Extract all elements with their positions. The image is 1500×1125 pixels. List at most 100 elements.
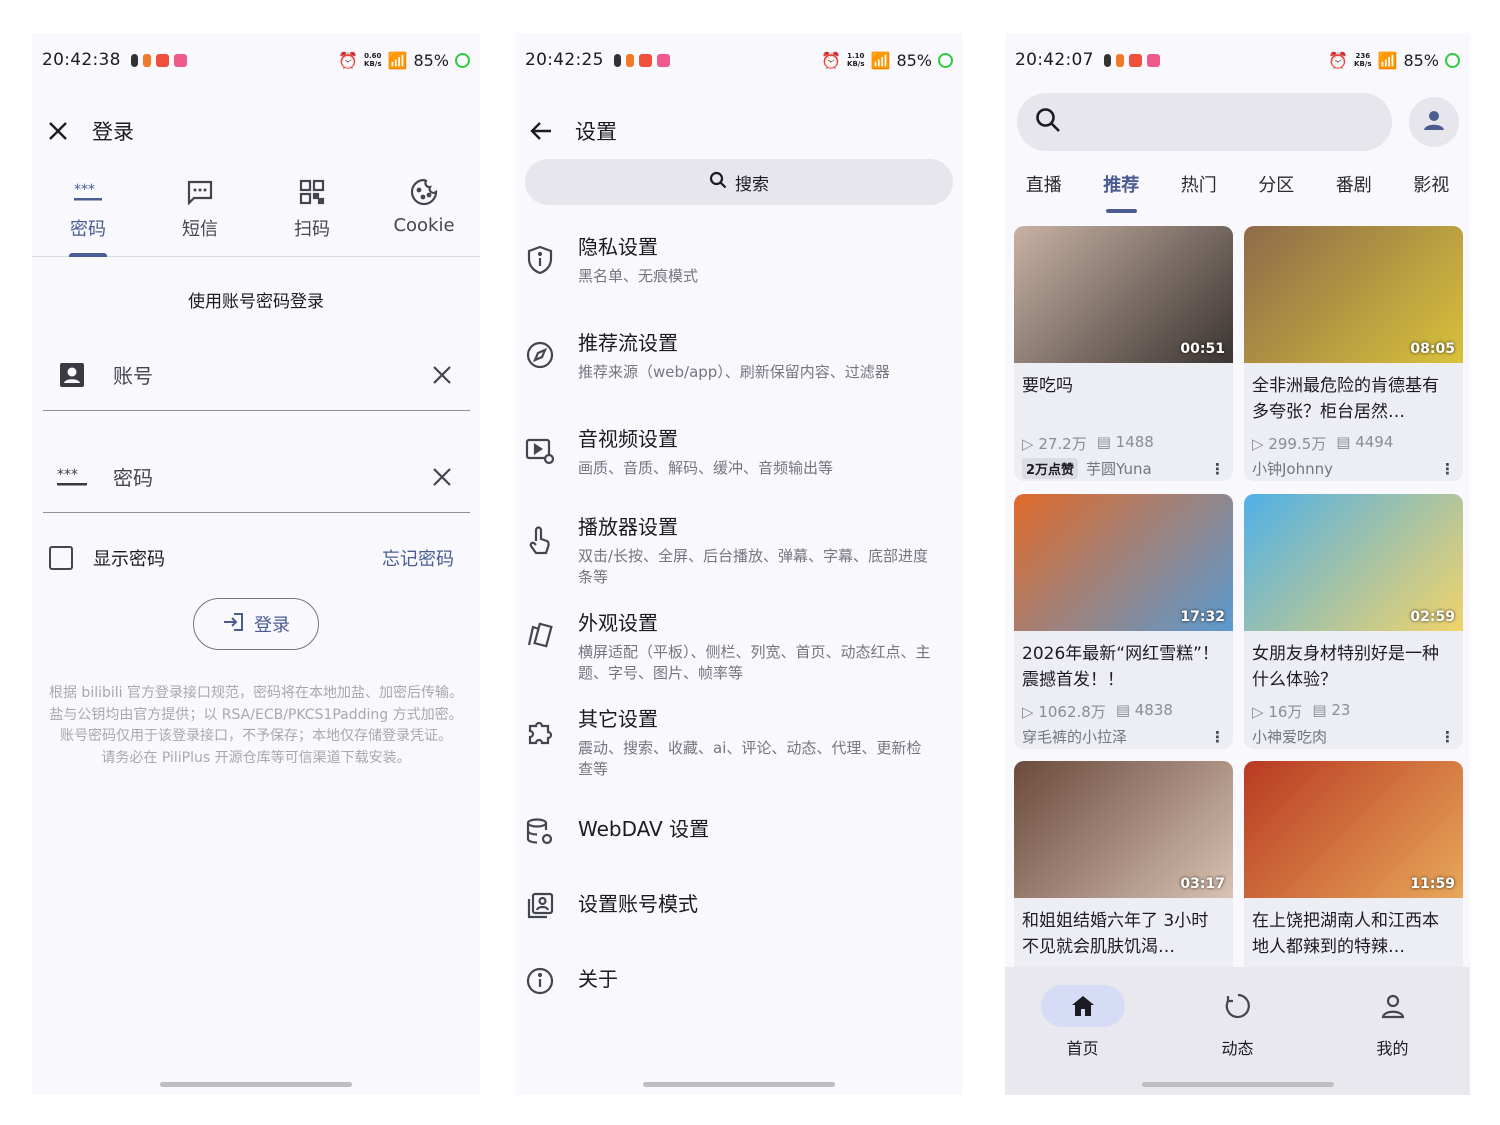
more-vert-icon[interactable]: ⋮	[1210, 728, 1225, 746]
nav-dynamic[interactable]: 动态	[1160, 985, 1315, 1095]
login-screen: 20:42:38 ⏰ 0.60 KB/s 📶 85% 登录 *** 密码 短信 扫…	[32, 33, 480, 1095]
tab-password[interactable]: *** 密码	[32, 175, 144, 257]
video-card[interactable]: 00:51 要吃吗 ▷ 27.2万 ▤ 1488 2万点赞 芋圆Yuna ⋮	[1014, 226, 1233, 481]
tab-cookie[interactable]: Cookie	[368, 175, 480, 256]
bottom-navigation: 首页 动态 我的	[1005, 967, 1470, 1095]
settings-screen: 20:42:25 ⏰ 1.10 KB/s 📶 85% 设置 搜索 隐私设置 黑名单、…	[515, 33, 963, 1095]
settings-item-webdav[interactable]: WebDAV 设置	[515, 809, 963, 847]
nav-home[interactable]: 首页	[1005, 985, 1160, 1095]
note-line: 根据 bilibili 官方登录接口规范，密码将在本地加盐、加密后传输。	[48, 685, 463, 701]
clear-account-icon[interactable]	[422, 365, 462, 385]
more-vert-icon[interactable]: ⋮	[1210, 460, 1225, 478]
password-dots-icon: ***	[51, 466, 93, 488]
video-duration: 17:32	[1180, 609, 1225, 625]
password-placeholder: 密码	[113, 466, 153, 490]
battery-text: 85%	[1403, 50, 1439, 70]
video-title: 全非洲最危险的肯德基有多夸张？柜台居然…	[1252, 376, 1439, 422]
network-speed: 0.60 KB/s	[364, 52, 382, 68]
settings-item-feed[interactable]: 推荐流设置 推荐来源（web/app）、刷新保留内容、过滤器	[515, 329, 963, 383]
notification-icons	[613, 53, 670, 67]
person-outline-icon	[1351, 985, 1435, 1027]
video-title: 和姐姐结婚六年了 3小时不见就会肌肤饥渴…	[1022, 911, 1209, 957]
danmaku-count: ▤ 1488	[1096, 433, 1154, 451]
more-vert-icon[interactable]: ⋮	[1440, 460, 1455, 478]
search-icon	[1035, 107, 1061, 137]
info-icon	[515, 959, 565, 995]
video-title: 女朋友身材特别好是一种什么体验？	[1252, 644, 1439, 690]
battery-text: 85%	[413, 50, 449, 70]
play-count: ▷ 299.5万	[1252, 435, 1327, 453]
tab-recommend[interactable]: 推荐	[1083, 171, 1161, 215]
person-icon	[1422, 108, 1446, 136]
forgot-password-link[interactable]: 忘记密码	[382, 545, 454, 571]
login-subtitle: 使用账号密码登录	[188, 292, 324, 312]
video-author: 穿毛裤的小拉泽	[1022, 728, 1128, 746]
video-card[interactable]: 02:59 女朋友身材特别好是一种什么体验？ ▷ 16万 ▤ 23 小神爱吃肉 ⋮	[1244, 494, 1463, 749]
page-title: 设置	[575, 120, 617, 144]
status-bar: 20:42:25 ⏰ 1.10 KB/s 📶 85%	[515, 47, 963, 73]
settings-item-privacy[interactable]: 隐私设置 黑名单、无痕模式	[515, 233, 963, 287]
note-line: 账号密码仅用于该登录接口，不予保存；本地仅存储登录凭证。	[60, 728, 452, 744]
home-tabs: 直播 推荐 热门 分区 番剧 影视	[1005, 171, 1470, 215]
settings-item-about[interactable]: 关于	[515, 959, 963, 995]
status-time: 20:42:38	[42, 50, 121, 70]
video-author: 小钟Johnny	[1252, 460, 1333, 478]
account-box-icon	[51, 362, 93, 388]
tab-category[interactable]: 分区	[1238, 171, 1316, 215]
more-vert-icon[interactable]: ⋮	[1440, 728, 1455, 746]
danmaku-count: ▤ 4838	[1115, 701, 1173, 719]
password-field[interactable]: *** 密码	[43, 441, 470, 513]
battery-ring-icon	[455, 52, 470, 68]
nav-mine[interactable]: 我的	[1315, 985, 1470, 1095]
video-duration: 08:05	[1410, 341, 1455, 357]
gesture-bar[interactable]	[1141, 1082, 1334, 1087]
clear-password-icon[interactable]	[422, 467, 462, 487]
home-screen: 20:42:07 ⏰ 236 KB/s 📶 85% 直播 推荐 热门 分区 番剧 …	[1005, 33, 1470, 1095]
battery-ring-icon	[1445, 52, 1460, 68]
video-settings-icon	[515, 425, 565, 465]
close-icon[interactable]	[36, 109, 80, 153]
video-card[interactable]: 08:05 全非洲最危险的肯德基有多夸张？柜台居然… ▷ 299.5万 ▤ 449…	[1244, 226, 1463, 481]
gesture-bar[interactable]	[643, 1082, 835, 1087]
show-password-checkbox[interactable]	[49, 546, 73, 570]
settings-item-appearance[interactable]: 外观设置 横屏适配（平板）、侧栏、列宽、首页、动态红点、主题、字号、图片、帧率等	[515, 609, 963, 684]
video-author: 小神爱吃肉	[1252, 728, 1328, 746]
touch-gesture-icon	[515, 513, 565, 555]
search-icon	[709, 171, 727, 194]
settings-search-bar[interactable]: 搜索	[525, 159, 953, 205]
compass-icon	[515, 329, 565, 369]
video-card[interactable]: 17:32 2026年最新“网红雪糕”！震撼首发！！ ▷ 1062.8万 ▤ 48…	[1014, 494, 1233, 749]
settings-item-other[interactable]: 其它设置 震动、搜索、收藏、ai、评论、动态、代理、更新检查等	[515, 705, 963, 780]
login-button[interactable]: 登录	[193, 598, 319, 650]
video-thumbnail: 02:59	[1244, 494, 1463, 631]
home-search-bar[interactable]	[1017, 93, 1392, 151]
video-duration: 11:59	[1410, 876, 1455, 892]
danmaku-count: ▤ 4494	[1336, 433, 1394, 451]
account-field[interactable]: 账号	[43, 339, 470, 411]
play-count: ▷ 27.2万	[1022, 435, 1087, 453]
note-line: 请务必在 PiliPlus 开源仓库等可信渠道下载安装。	[101, 749, 411, 766]
status-time: 20:42:25	[525, 50, 604, 70]
settings-item-player[interactable]: 播放器设置 双击/长按、全屏、后台播放、弹幕、字幕、底部进度条等	[515, 513, 963, 588]
back-arrow-icon[interactable]	[519, 109, 563, 153]
shield-info-icon	[515, 233, 565, 275]
video-thumbnail: 03:17	[1014, 761, 1233, 898]
tab-bangumi[interactable]: 番剧	[1315, 171, 1393, 215]
password-dots-icon: ***	[72, 175, 104, 209]
gesture-bar[interactable]	[160, 1082, 352, 1087]
status-bar: 20:42:07 ⏰ 236 KB/s 📶 85%	[1005, 47, 1470, 73]
play-count: ▷ 1062.8万	[1022, 703, 1106, 721]
database-settings-icon	[515, 809, 565, 847]
video-title: 在上饶把湖南人和江西本地人都辣到的特辣…	[1252, 911, 1439, 957]
settings-item-audio-video[interactable]: 音视频设置 画质、音质、解码、缓冲、音频输出等	[515, 425, 963, 479]
tab-movies[interactable]: 影视	[1393, 171, 1471, 215]
tab-hot[interactable]: 热门	[1160, 171, 1238, 215]
battery-text: 85%	[896, 50, 932, 70]
home-icon	[1040, 985, 1125, 1027]
avatar[interactable]	[1409, 97, 1459, 147]
tab-live[interactable]: 直播	[1005, 171, 1083, 215]
video-thumbnail: 08:05	[1244, 226, 1463, 363]
tab-qrcode[interactable]: 扫码	[256, 175, 368, 256]
settings-item-account-mode[interactable]: 设置账号模式	[515, 884, 963, 920]
tab-sms[interactable]: 短信	[144, 175, 256, 256]
